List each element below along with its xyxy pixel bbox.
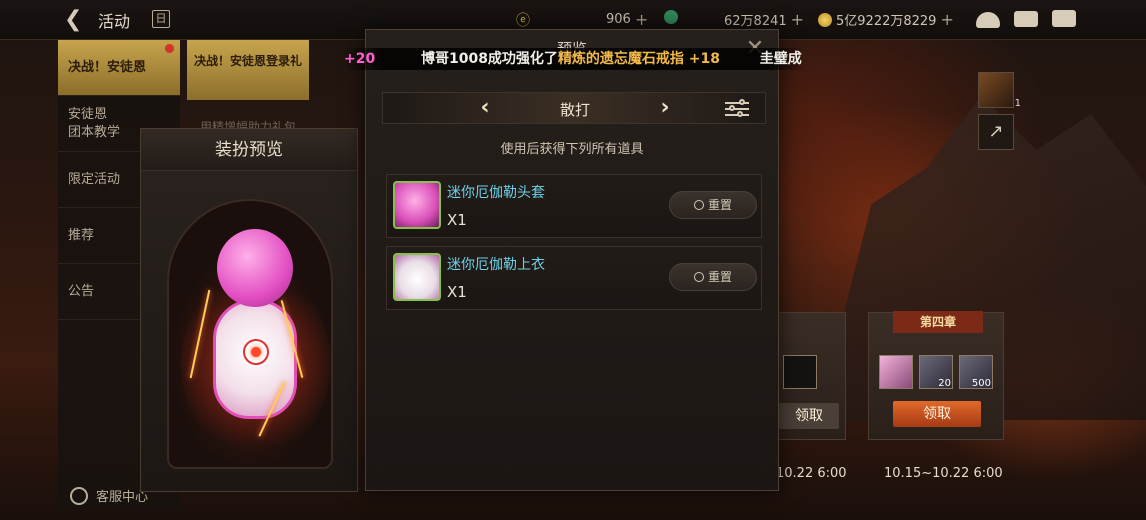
item-slot-count: 1 bbox=[1014, 98, 1021, 109]
customer-service[interactable]: 客服中心 bbox=[70, 486, 148, 505]
dialog-hint: 使用后获得下列所有道具 bbox=[500, 142, 644, 157]
pot-icon[interactable] bbox=[976, 12, 1000, 28]
gem-icon bbox=[664, 10, 678, 24]
reward-item-icon[interactable]: 500 bbox=[959, 355, 993, 389]
chevron-right-icon[interactable]: › bbox=[655, 96, 675, 120]
back-arrow-icon[interactable]: ❮ bbox=[64, 7, 90, 33]
chat-icon[interactable] bbox=[1052, 10, 1076, 27]
stage-4-tag: 第四章 bbox=[893, 311, 983, 333]
resource-1[interactable]: 906 + bbox=[606, 10, 648, 29]
reward-count: 500 bbox=[971, 378, 991, 389]
class-selector: ‹ 散打 › bbox=[382, 92, 766, 124]
claim-button-left[interactable]: 领取 bbox=[779, 403, 839, 429]
reward-count: 20 bbox=[938, 378, 951, 389]
resource-3-plus-icon[interactable]: + bbox=[940, 10, 953, 29]
currency-c-icon: ⓔ bbox=[516, 13, 530, 29]
marquee-item: 精炼的遗忘魔石戒指 +18 bbox=[557, 51, 721, 67]
reset-label: 重置 bbox=[707, 198, 732, 212]
item-quantity: X1 bbox=[447, 283, 467, 301]
top-clothing-icon[interactable] bbox=[393, 253, 441, 301]
reset-label: 重置 bbox=[707, 270, 732, 284]
marquee-prefix: +20 bbox=[344, 51, 376, 67]
nav-item-anton-battle[interactable]: 决战！安徒恩 bbox=[58, 40, 180, 96]
resource-2[interactable]: 62万8241 + bbox=[724, 10, 804, 29]
reward-item-icon[interactable] bbox=[783, 355, 817, 389]
preview-dialog: 预览 ✕ ‹ 散打 › 使用后获得下列所有道具 迷你厄伽勒头套 X1 重置 迷你… bbox=[365, 29, 779, 491]
item-name: 迷你厄伽勒头套 bbox=[447, 185, 545, 201]
list-item: 迷你厄伽勒上衣 X1 重置 bbox=[386, 246, 762, 310]
costume-preview-panel: 装扮预览 bbox=[140, 128, 358, 492]
resource-3[interactable]: 5亿9222万8229 + bbox=[818, 10, 954, 29]
resource-2-plus-icon[interactable]: + bbox=[791, 10, 804, 29]
stage-card-3: 领取 bbox=[778, 312, 846, 440]
gold-coin-icon bbox=[818, 12, 832, 27]
date-right: 10.15~10.22 6:00 bbox=[884, 466, 1003, 481]
item-quantity: X1 bbox=[447, 211, 467, 229]
headgear-icon[interactable] bbox=[393, 181, 441, 229]
sub-tab-label: 决战！安徒恩登录礼 bbox=[193, 54, 302, 68]
reset-button[interactable]: 重置 bbox=[669, 263, 757, 291]
item-slot-icon[interactable]: 1 bbox=[978, 72, 1021, 109]
nav-item-label: 决战！安徒恩 bbox=[68, 59, 147, 75]
headset-icon bbox=[70, 486, 88, 505]
resource-3-value: 5亿9222万8229 bbox=[836, 14, 937, 29]
reset-icon bbox=[693, 272, 704, 282]
calendar-icon[interactable]: 日 bbox=[152, 10, 170, 28]
claim-button-right[interactable]: 领取 bbox=[893, 401, 981, 427]
reset-icon bbox=[693, 200, 704, 210]
date-left: 10.22 6:00 bbox=[776, 466, 847, 481]
resource-1-plus-icon[interactable]: + bbox=[635, 10, 648, 29]
page-title: 活动 bbox=[98, 12, 131, 31]
stage-card-4: 第四章 20 500 领取 bbox=[868, 311, 1004, 440]
marquee-suffix: 圭璧成 bbox=[759, 51, 802, 67]
reward-item-icon[interactable] bbox=[879, 355, 913, 389]
notification-dot bbox=[165, 44, 174, 53]
resource-1-value: 906 bbox=[606, 12, 631, 27]
resource-2-value: 62万8241 bbox=[724, 14, 787, 29]
selector-label: 散打 bbox=[559, 101, 590, 119]
costume-preview-title: 装扮预览 bbox=[141, 129, 357, 171]
marquee-text: 博哥1008成功强化了 bbox=[420, 51, 558, 67]
reset-button[interactable]: 重置 bbox=[669, 191, 757, 219]
list-item: 迷你厄伽勒头套 X1 重置 bbox=[386, 174, 762, 238]
filter-icon[interactable] bbox=[725, 99, 751, 119]
item-name: 迷你厄伽勒上衣 bbox=[447, 257, 545, 273]
sub-tab-login-gift[interactable]: 决战！安徒恩登录礼 bbox=[165, 40, 309, 100]
share-icon[interactable]: ↗ bbox=[978, 114, 1014, 150]
reward-item-icon[interactable]: 20 bbox=[919, 355, 953, 389]
mail-icon[interactable] bbox=[1014, 11, 1038, 27]
broadcast-marquee: +20 博哥1008成功强化了精炼的遗忘魔石戒指 +18 圭璧成 bbox=[344, 48, 804, 70]
character-eye bbox=[243, 339, 269, 365]
character-head bbox=[217, 229, 293, 307]
